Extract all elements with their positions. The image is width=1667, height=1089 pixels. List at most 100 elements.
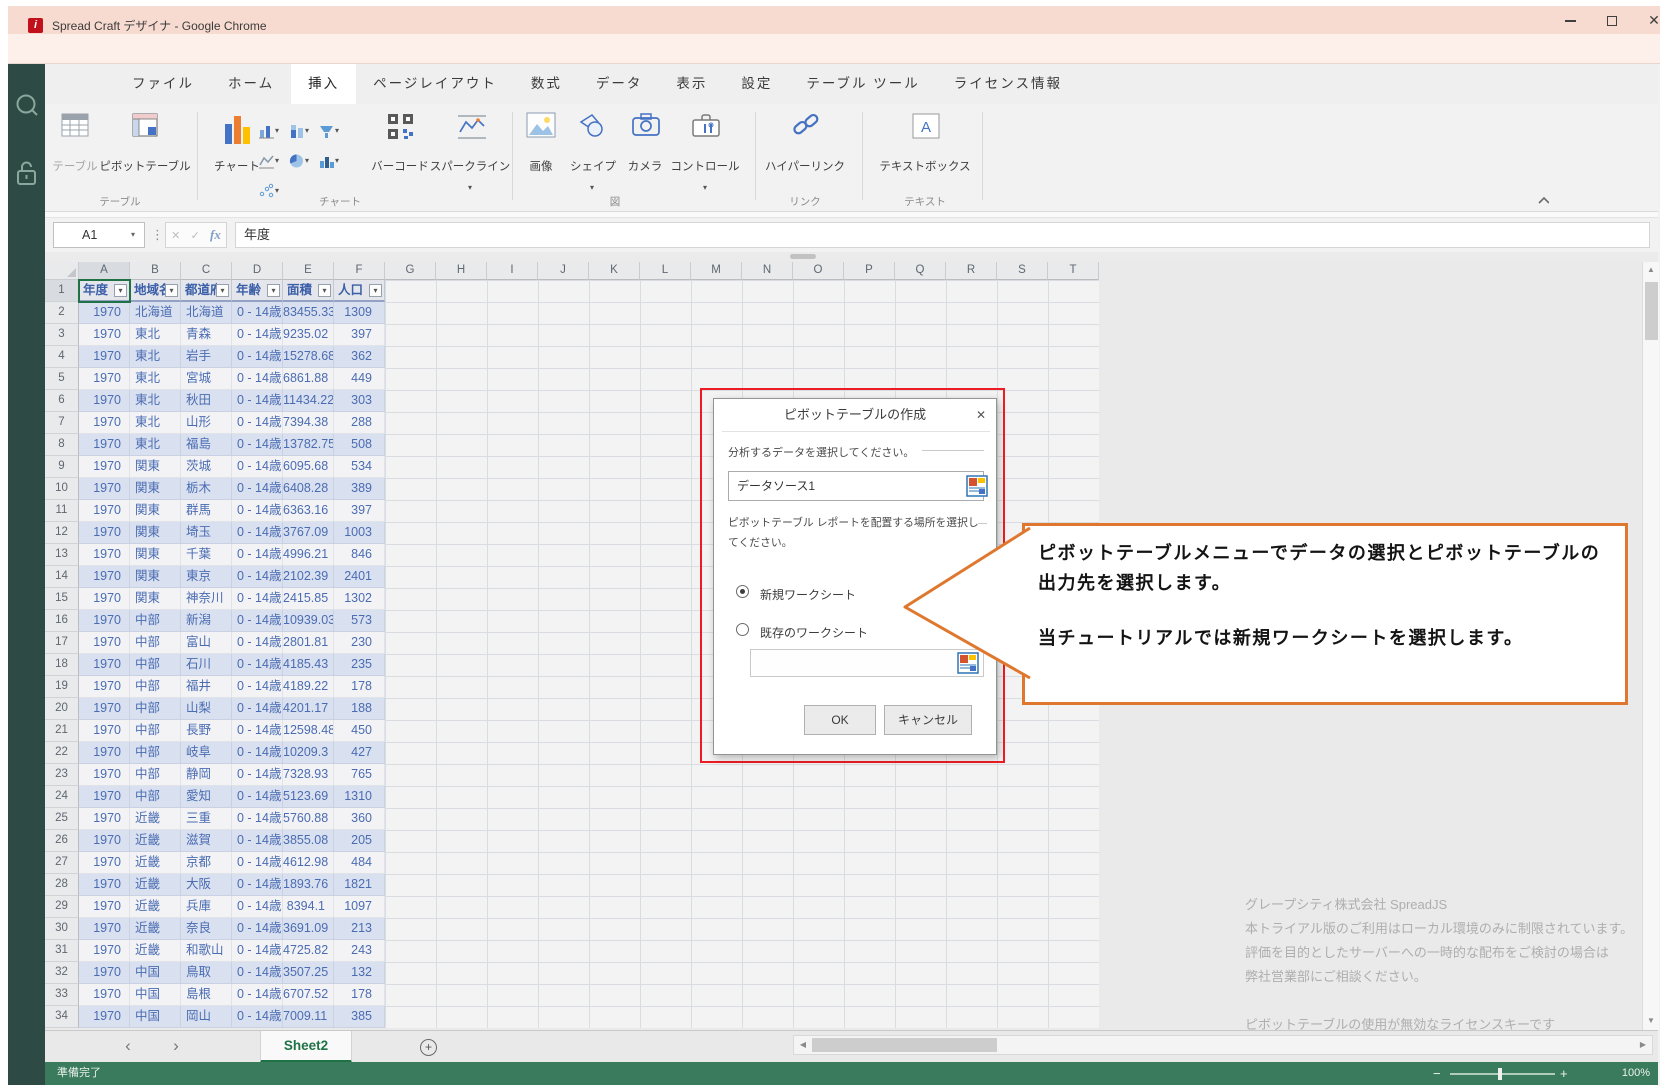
horizontal-scrollbar[interactable]: ◀ ▶ — [793, 1035, 1653, 1055]
select-all-corner[interactable] — [45, 262, 79, 280]
ribbon-tab-6[interactable]: 表示 — [659, 64, 724, 104]
address-bar[interactable]: i localhost:8080/imart/well/spread_craft… — [8, 34, 1660, 64]
cell-E17[interactable]: 2801.81 — [283, 632, 334, 654]
shape-dropdown-icon[interactable]: ▾ — [584, 184, 600, 192]
cell-D5[interactable]: 0 - 14歳 — [232, 368, 283, 390]
cell-F7[interactable]: 288 — [334, 412, 385, 434]
cell-F9[interactable]: 534 — [334, 456, 385, 478]
column-header-G[interactable]: G — [385, 262, 436, 280]
row-header-24[interactable]: 24 — [45, 786, 79, 808]
cell-E18[interactable]: 4185.43 — [283, 654, 334, 676]
new-worksheet-radio[interactable] — [736, 585, 749, 598]
cell-E7[interactable]: 7394.38 — [283, 412, 334, 434]
row-header-33[interactable]: 33 — [45, 984, 79, 1006]
column-header-D[interactable]: D — [232, 262, 283, 280]
cell-C23[interactable]: 静岡 — [181, 764, 232, 786]
cell-F2[interactable]: 1309 — [334, 302, 385, 324]
cell-C3[interactable]: 青森 — [181, 324, 232, 346]
cell-C29[interactable]: 兵庫 — [181, 896, 232, 918]
cell-E3[interactable]: 9235.02 — [283, 324, 334, 346]
filter-button[interactable]: ▾ — [369, 284, 382, 297]
cell-A9[interactable]: 1970 — [79, 456, 130, 478]
cell-F10[interactable]: 389 — [334, 478, 385, 500]
close-button[interactable]: ✕ — [1637, 6, 1667, 34]
cell-B12[interactable]: 関東 — [130, 522, 181, 544]
row-header-8[interactable]: 8 — [45, 434, 79, 456]
sparkline-icon[interactable] — [456, 112, 488, 142]
cell-F27[interactable]: 484 — [334, 852, 385, 874]
cell-C34[interactable]: 岡山 — [181, 1006, 232, 1028]
cell-D4[interactable]: 0 - 14歳 — [232, 346, 283, 368]
cell-B19[interactable]: 中部 — [130, 676, 181, 698]
cell-D11[interactable]: 0 - 14歳 — [232, 500, 283, 522]
filter-button[interactable]: ▾ — [267, 284, 280, 297]
cell-C16[interactable]: 新潟 — [181, 610, 232, 632]
cell-A28[interactable]: 1970 — [79, 874, 130, 896]
row-header-14[interactable]: 14 — [45, 566, 79, 588]
pivot-table-button[interactable]: ピボットテーブル — [99, 158, 191, 174]
cell-A7[interactable]: 1970 — [79, 412, 130, 434]
cell-A3[interactable]: 1970 — [79, 324, 130, 346]
cell-B30[interactable]: 近畿 — [130, 918, 181, 940]
zoom-in-icon[interactable]: + — [1560, 1062, 1568, 1085]
cell-A21[interactable]: 1970 — [79, 720, 130, 742]
cell-F6[interactable]: 303 — [334, 390, 385, 412]
cell-B27[interactable]: 近畿 — [130, 852, 181, 874]
cell-A30[interactable]: 1970 — [79, 918, 130, 940]
cell-F3[interactable]: 397 — [334, 324, 385, 346]
cell-F17[interactable]: 230 — [334, 632, 385, 654]
row-header-31[interactable]: 31 — [45, 940, 79, 962]
cell-C19[interactable]: 福井 — [181, 676, 232, 698]
cell-B32[interactable]: 中国 — [130, 962, 181, 984]
cell-E5[interactable]: 6861.88 — [283, 368, 334, 390]
confirm-entry-icon[interactable]: ✓ — [191, 229, 200, 242]
cell-A25[interactable]: 1970 — [79, 808, 130, 830]
textbox-icon[interactable]: A — [911, 112, 941, 140]
scroll-up-icon[interactable]: ▲ — [1643, 262, 1659, 278]
column-header-P[interactable]: P — [844, 262, 895, 280]
collapse-ribbon-icon[interactable] — [1537, 196, 1549, 204]
new-worksheet-label[interactable]: 新規ワークシート — [760, 586, 856, 603]
ribbon-tab-5[interactable]: データ — [579, 64, 660, 104]
cell-D28[interactable]: 0 - 14歳 — [232, 874, 283, 896]
row-header-28[interactable]: 28 — [45, 874, 79, 896]
cell-E14[interactable]: 2102.39 — [283, 566, 334, 588]
row-header-32[interactable]: 32 — [45, 962, 79, 984]
pie-chart-type-button[interactable]: ▾ — [288, 148, 318, 174]
cell-B9[interactable]: 関東 — [130, 456, 181, 478]
cell-B17[interactable]: 中部 — [130, 632, 181, 654]
column-header-J[interactable]: J — [538, 262, 589, 280]
cell-E23[interactable]: 7328.93 — [283, 764, 334, 786]
cell-D22[interactable]: 0 - 14歳 — [232, 742, 283, 764]
cell-B21[interactable]: 中部 — [130, 720, 181, 742]
camera-button[interactable]: カメラ — [623, 158, 667, 174]
row-header-12[interactable]: 12 — [45, 522, 79, 544]
cell-B29[interactable]: 近畿 — [130, 896, 181, 918]
shape-button[interactable]: シェイプ — [564, 158, 622, 174]
cell-B28[interactable]: 近畿 — [130, 874, 181, 896]
header-cell[interactable]: 地域名▾ — [130, 280, 181, 302]
cell-B4[interactable]: 東北 — [130, 346, 181, 368]
row-header-3[interactable]: 3 — [45, 324, 79, 346]
minimize-button[interactable] — [1553, 6, 1587, 34]
row-header-21[interactable]: 21 — [45, 720, 79, 742]
cell-C10[interactable]: 栃木 — [181, 478, 232, 500]
cell-D27[interactable]: 0 - 14歳 — [232, 852, 283, 874]
cell-A4[interactable]: 1970 — [79, 346, 130, 368]
cell-C18[interactable]: 石川 — [181, 654, 232, 676]
cell-C30[interactable]: 奈良 — [181, 918, 232, 940]
cell-D20[interactable]: 0 - 14歳 — [232, 698, 283, 720]
histogram-chart-type-button[interactable]: ▾ — [318, 148, 348, 174]
cell-B20[interactable]: 中部 — [130, 698, 181, 720]
cell-C9[interactable]: 茨城 — [181, 456, 232, 478]
cell-C17[interactable]: 富山 — [181, 632, 232, 654]
row-header-5[interactable]: 5 — [45, 368, 79, 390]
cell-F19[interactable]: 178 — [334, 676, 385, 698]
cell-D15[interactable]: 0 - 14歳 — [232, 588, 283, 610]
cell-D18[interactable]: 0 - 14歳 — [232, 654, 283, 676]
row-header-2[interactable]: 2 — [45, 302, 79, 324]
cell-E30[interactable]: 3691.09 — [283, 918, 334, 940]
cell-E20[interactable]: 4201.17 — [283, 698, 334, 720]
cell-A19[interactable]: 1970 — [79, 676, 130, 698]
cell-F20[interactable]: 188 — [334, 698, 385, 720]
